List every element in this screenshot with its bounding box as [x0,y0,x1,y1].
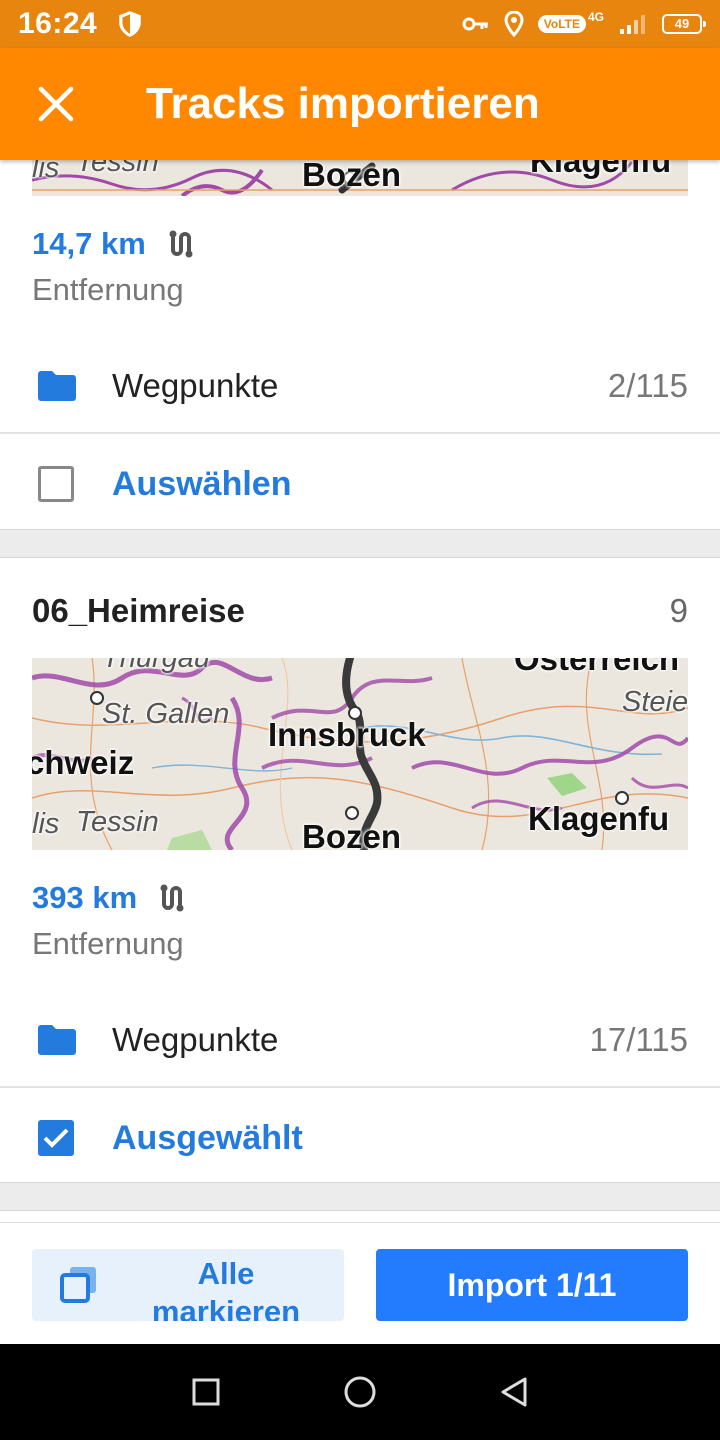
signal-icon [620,15,645,34]
import-label: Import 1/11 [447,1266,617,1303]
map-label-lis: lis [32,808,60,840]
track-card: 06_Heimreise 9 Thurgau Österreich St. Ga… [0,557,720,1183]
select-checkbox[interactable] [38,466,74,502]
divider [0,1086,720,1088]
track-number: 9 [669,592,688,629]
track-map[interactable]: Thurgau Österreich St. Gallen Steie Inns… [32,658,688,850]
map-label-oesterreich: Österreich [514,658,680,677]
select-label: Ausgewählt [112,1118,303,1157]
volte-badge: VoLTE [537,15,586,33]
network-type: 4G [587,10,604,24]
shield-icon [119,11,142,37]
screen: 16:24 VoLTE 4G 49 Tracks importieren lis… [0,0,720,1440]
close-button[interactable] [0,48,112,160]
key-icon [462,17,488,31]
waypoints-label: Wegpunkte [112,367,279,404]
distance-label: Entfernung [32,926,184,961]
map-label-klagenfurt: Klagenfu [528,800,670,837]
page-title: Tracks importieren [146,79,540,128]
map-label-bozen: Bozen [302,156,401,193]
location-icon [504,11,524,37]
folder-icon [38,371,76,401]
select-row[interactable]: Ausgewählt [0,1114,720,1162]
distance-row: 14,7 km [32,226,194,262]
distance-label: Entfernung [32,272,184,307]
track-title: 06_Heimreise [32,592,245,629]
select-label: Auswählen [112,464,292,503]
close-icon [38,86,74,122]
folder-icon [38,1025,76,1055]
track-card: lis Tessin Bozen Klagenfu 14,7 km Entfer… [0,150,720,530]
distance-value: 14,7 km [32,226,146,261]
select-row[interactable]: Auswählen [0,460,720,508]
home-icon[interactable] [343,1375,377,1409]
map-label-tessin: Tessin [76,806,159,838]
map-label-innsbruck: Innsbruck [268,716,426,753]
map-label-st-gallen: St. Gallen [102,698,230,730]
checkmark-icon [43,1128,69,1148]
map-label-bozen: Bozen [302,818,401,850]
app-bar: Tracks importieren [0,48,720,160]
recents-icon[interactable] [191,1377,221,1407]
status-time: 16:24 [18,7,98,40]
import-button[interactable]: Import 1/11 [376,1249,688,1321]
route-icon [169,230,193,258]
select-checkbox[interactable] [38,1120,74,1156]
distance-value: 393 km [32,880,138,915]
waypoints-row[interactable]: Wegpunkte 2/115 [0,362,720,410]
waypoints-count: 2/115 [607,367,688,404]
distance-row: 393 km [32,880,185,916]
waypoints-count: 17/115 [589,1021,688,1058]
navigation-bar [0,1344,720,1440]
status-icons: VoLTE 4G 49 [462,10,706,37]
select-all-icon [60,1267,96,1303]
battery-icon: 49 [662,14,706,34]
divider [0,432,720,434]
bottom-action-bar: Alle markieren Import 1/11 [0,1222,720,1344]
status-bar: 16:24 VoLTE 4G 49 [0,0,720,48]
map-label-thurgau: Thurgau [102,658,211,674]
select-all-button[interactable]: Alle markieren [32,1249,344,1321]
map-label-steier: Steie [622,686,688,718]
route-icon [160,884,184,912]
waypoints-row[interactable]: Wegpunkte 17/115 [0,1016,720,1064]
waypoints-label: Wegpunkte [112,1021,279,1058]
back-icon[interactable] [499,1376,529,1408]
map-label-schweiz: chweiz [32,744,135,781]
select-all-label: Alle markieren [151,1256,301,1321]
